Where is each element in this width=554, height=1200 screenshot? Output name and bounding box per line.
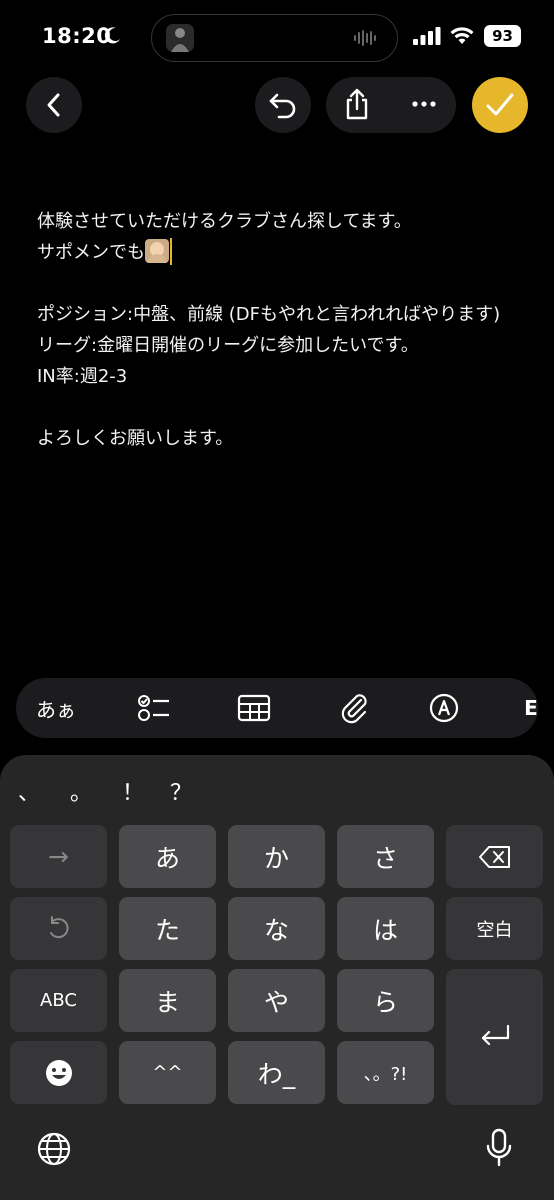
dynamic-island[interactable] — [151, 14, 398, 62]
paperclip-icon — [341, 694, 367, 724]
moon-icon — [104, 27, 120, 44]
checkmark-icon — [486, 93, 514, 116]
table-icon — [237, 694, 271, 722]
checklist-button[interactable] — [134, 678, 174, 738]
markup-button[interactable] — [424, 678, 464, 738]
undo-key[interactable] — [10, 897, 107, 960]
more-tools-button[interactable]: E — [516, 678, 538, 738]
punct-key[interactable]: 。 — [70, 775, 92, 807]
note-line: IN率:週2-3 — [37, 366, 128, 387]
note-body[interactable]: 体験させていただけるクラブさん探してます。 サポメンでも ポジション:中盤、前線… — [37, 206, 517, 454]
chevron-left-icon — [47, 93, 60, 117]
text-cursor — [170, 238, 172, 265]
key-ra[interactable]: ら — [337, 969, 434, 1032]
note-line: 体験させていただけるクラブさん探してます。 — [37, 211, 412, 232]
share-icon[interactable] — [342, 87, 372, 121]
abc-key[interactable]: ABC — [10, 969, 107, 1032]
status-time: 18:20 — [42, 24, 112, 48]
punct-key[interactable]: 、 — [18, 775, 40, 807]
note-line: サポメンでも — [37, 237, 517, 268]
back-button[interactable] — [26, 77, 82, 133]
done-button[interactable] — [472, 77, 528, 133]
punct-key[interactable]: ！ — [122, 775, 144, 807]
kaomoji-key[interactable]: ^^ — [119, 1041, 216, 1104]
waveform-icon — [354, 30, 376, 46]
return-key[interactable] — [446, 969, 543, 1105]
album-art-icon — [166, 24, 194, 52]
actions-pill — [326, 77, 456, 133]
return-icon — [481, 1024, 509, 1046]
globe-icon[interactable] — [36, 1131, 72, 1167]
emoji-person-icon — [145, 239, 169, 263]
note-line: ポジション:中盤、前線 (DFもやれと言われればやります) — [37, 304, 501, 325]
cellular-signal-icon — [413, 27, 441, 45]
key-ka[interactable]: か — [228, 825, 325, 888]
space-key[interactable]: 空白 — [446, 897, 543, 960]
table-button[interactable] — [234, 678, 274, 738]
key-ha[interactable]: は — [337, 897, 434, 960]
key-ya[interactable]: や — [228, 969, 325, 1032]
battery-indicator: 93 — [484, 25, 521, 47]
pen-markup-icon — [429, 693, 459, 723]
backspace-icon — [478, 845, 510, 868]
smiley-icon — [45, 1059, 72, 1086]
key-ta[interactable]: た — [119, 897, 216, 960]
undo-button[interactable] — [255, 77, 311, 133]
note-line — [37, 392, 517, 423]
key-ma[interactable]: ま — [119, 969, 216, 1032]
more-icon[interactable] — [410, 94, 438, 114]
key-wa[interactable]: わ_ — [228, 1041, 325, 1104]
attachment-button[interactable] — [334, 678, 374, 738]
microphone-icon[interactable] — [485, 1128, 513, 1168]
emoji-key[interactable] — [10, 1041, 107, 1104]
note-line: リーグ:金曜日開催のリーグに参加したいです。 — [37, 335, 419, 356]
punctuation-key[interactable]: 、。?! — [337, 1041, 434, 1104]
arrow-right-key[interactable]: → — [10, 825, 107, 888]
rotate-left-icon — [49, 915, 69, 938]
note-line — [37, 268, 517, 299]
punct-key[interactable]: ？ — [170, 775, 192, 807]
key-na[interactable]: な — [228, 897, 325, 960]
note-line: よろしくお願いします。 — [37, 428, 234, 449]
key-a[interactable]: あ — [119, 825, 216, 888]
format-toolbar: あぁ E — [16, 678, 538, 738]
delete-key[interactable] — [446, 825, 543, 888]
wifi-icon — [450, 27, 474, 44]
key-sa[interactable]: さ — [337, 825, 434, 888]
undo-icon — [269, 93, 296, 119]
note-line-text: サポメンでも — [37, 242, 145, 263]
checklist-icon — [138, 695, 169, 721]
text-style-button[interactable]: あぁ — [26, 678, 86, 738]
